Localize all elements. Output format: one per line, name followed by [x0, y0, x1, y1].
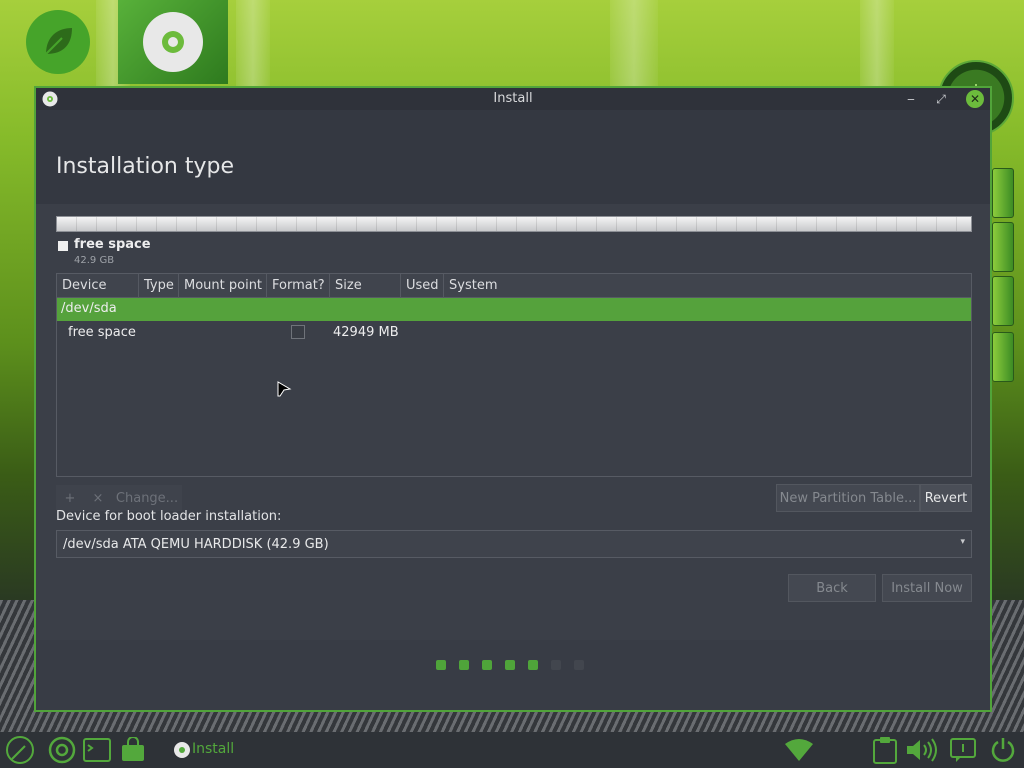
- terminal-icon: [83, 738, 111, 762]
- notification-indicator[interactable]: [948, 736, 978, 764]
- column-header-mount-point[interactable]: Mount point: [179, 274, 267, 298]
- network-indicator[interactable]: [782, 736, 816, 764]
- progress-dot: [574, 660, 584, 670]
- progress-dot: [551, 660, 561, 670]
- column-header-device[interactable]: Device: [57, 274, 139, 298]
- chrome-icon: [48, 736, 76, 764]
- progress-dot: [505, 660, 515, 670]
- table-row-device[interactable]: /dev/sda: [57, 298, 971, 321]
- progress-dot: [482, 660, 492, 670]
- back-button[interactable]: Back: [788, 574, 876, 602]
- cd-icon: [143, 12, 203, 72]
- title-bar[interactable]: Install ‒ ⤢ ✕: [36, 88, 990, 110]
- maximize-button[interactable]: ⤢: [932, 90, 950, 108]
- side-panel-tab[interactable]: [992, 332, 1014, 382]
- side-panel-tab[interactable]: [992, 168, 1014, 218]
- taskbar-install-label[interactable]: Install: [192, 741, 234, 757]
- clipboard-icon: [873, 737, 897, 764]
- wifi-icon: [785, 739, 813, 761]
- close-button[interactable]: ✕: [966, 90, 984, 108]
- leaf-desktop-icon[interactable]: [26, 10, 90, 74]
- partition-size: 42949 MB: [333, 325, 399, 340]
- terminal-launcher[interactable]: [82, 736, 112, 764]
- revert-button[interactable]: Revert: [920, 484, 972, 512]
- table-header: Device Type Mount point Format? Size Use…: [57, 274, 971, 298]
- progress-dot: [436, 660, 446, 670]
- table-row-free-space[interactable]: free space 42949 MB: [57, 321, 971, 344]
- installer-window: Install ‒ ⤢ ✕ Installation type free spa…: [34, 86, 992, 712]
- install-cd-desktop-icon[interactable]: [118, 0, 228, 84]
- window-title: Install: [493, 91, 533, 106]
- free-space-swatch: [58, 241, 68, 251]
- new-partition-table-button[interactable]: New Partition Table...: [776, 484, 920, 512]
- legend-size: 42.9 GB: [74, 255, 115, 266]
- partition-bar: [56, 216, 972, 232]
- partition-device: free space: [68, 325, 136, 340]
- progress-dot: [528, 660, 538, 670]
- side-panel-tab[interactable]: [992, 276, 1014, 326]
- taskbar: Install: [0, 732, 1024, 768]
- partition-editor: free space 42.9 GB Device Type Mount poi…: [36, 204, 990, 640]
- volume-icon: [907, 738, 937, 762]
- mouse-pointer-icon: [277, 381, 292, 397]
- menu-button[interactable]: [4, 736, 36, 764]
- cd-icon: [174, 742, 190, 758]
- legend-label: free space: [74, 237, 151, 252]
- device-name: /dev/sda: [61, 301, 117, 316]
- leaf-icon: [45, 28, 72, 55]
- add-partition-button[interactable]: +: [58, 485, 82, 511]
- software-launcher[interactable]: [118, 736, 148, 764]
- volume-indicator[interactable]: [904, 736, 940, 764]
- minimize-button[interactable]: ‒: [902, 90, 920, 108]
- bag-icon: [122, 737, 144, 761]
- column-header-used[interactable]: Used: [401, 274, 444, 298]
- page-header: Installation type: [36, 110, 990, 204]
- column-header-type[interactable]: Type: [139, 274, 179, 298]
- power-icon: [991, 738, 1015, 762]
- format-checkbox[interactable]: [291, 325, 305, 339]
- column-header-size[interactable]: Size: [330, 274, 401, 298]
- change-partition-button[interactable]: Change...: [114, 485, 180, 511]
- page-title: Installation type: [56, 154, 234, 179]
- power-button[interactable]: [988, 736, 1018, 764]
- chevron-down-icon: ▾: [960, 537, 965, 547]
- bootloader-device-select[interactable]: /dev/sda ATA QEMU HARDDISK (42.9 GB) ▾: [56, 530, 972, 558]
- browser-launcher[interactable]: [46, 736, 78, 764]
- bootloader-label: Device for boot loader installation:: [56, 509, 282, 524]
- progress-dot: [459, 660, 469, 670]
- side-panel-tab[interactable]: [992, 222, 1014, 272]
- partition-table: Device Type Mount point Format? Size Use…: [56, 273, 972, 477]
- clipboard-indicator[interactable]: [870, 736, 900, 764]
- remove-partition-button[interactable]: ×: [86, 485, 110, 511]
- progress-dots: [436, 660, 584, 670]
- install-task[interactable]: [172, 736, 192, 764]
- install-now-button[interactable]: Install Now: [882, 574, 972, 602]
- leaf-icon: [6, 736, 34, 764]
- column-header-format[interactable]: Format?: [267, 274, 330, 298]
- column-header-system[interactable]: System: [444, 274, 971, 298]
- notification-icon: [950, 738, 976, 762]
- bootloader-selected-value: /dev/sda ATA QEMU HARDDISK (42.9 GB): [63, 537, 329, 552]
